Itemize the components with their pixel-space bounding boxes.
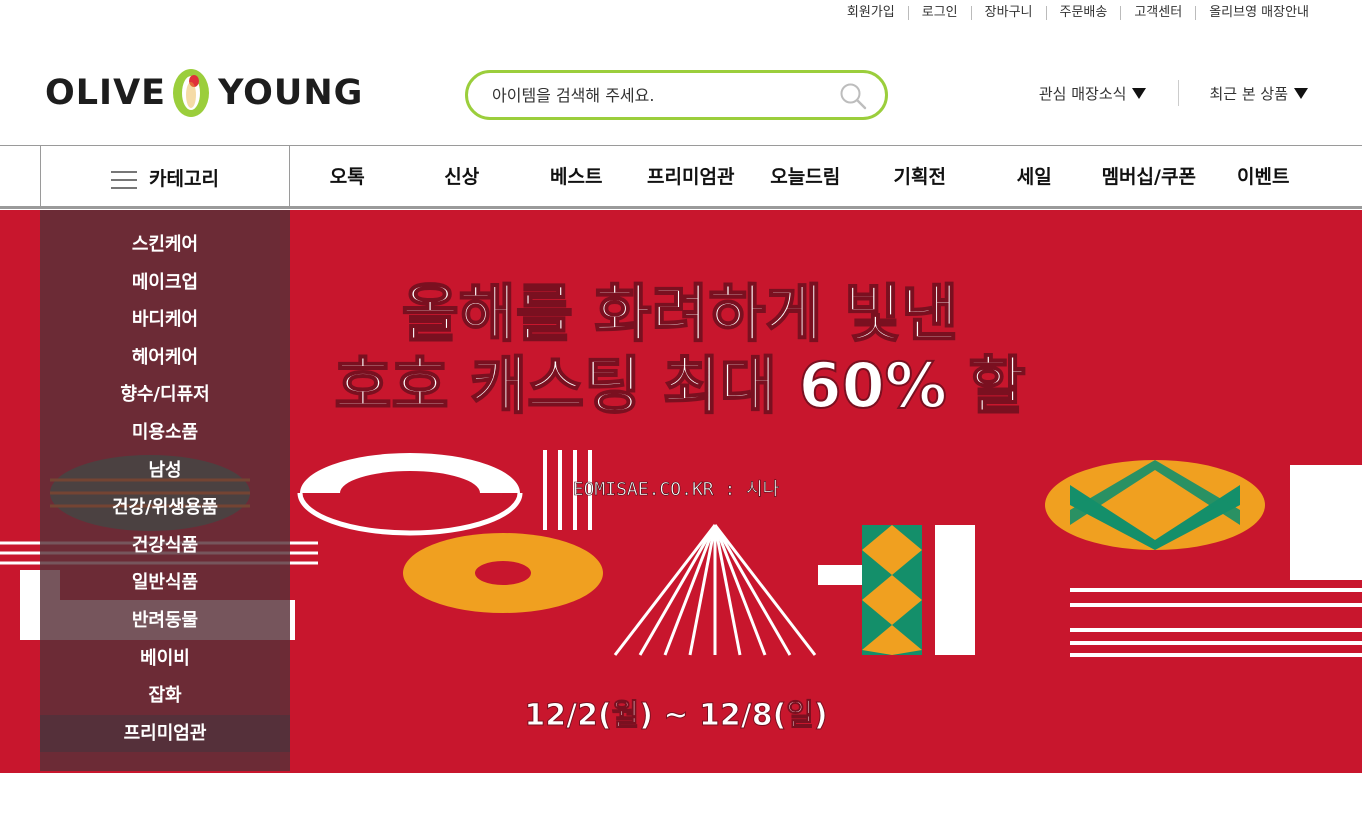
logo-text-olive: OLIVE <box>45 73 167 113</box>
util-link-store-finder[interactable]: 올리브영 매장안내 <box>1195 6 1309 20</box>
hamburger-icon <box>111 170 138 189</box>
category-button[interactable]: 카테고리 <box>40 146 290 209</box>
search-input[interactable] <box>492 85 822 105</box>
category-item-health-food[interactable]: 건강식품 <box>40 527 290 565</box>
menu-today-dream[interactable]: 오늘드림 <box>748 146 863 209</box>
logo-text-young: YOUNG <box>218 73 364 113</box>
recent-items-dropdown[interactable]: 최근 본 상품 <box>1209 83 1308 104</box>
category-item-health-hygiene[interactable]: 건강/위생용품 <box>40 489 290 527</box>
recent-items-label: 최근 본 상품 <box>1209 84 1288 103</box>
search-icon[interactable] <box>839 82 867 110</box>
menu-new[interactable]: 신상 <box>405 146 520 209</box>
category-item-food[interactable]: 일반식품 <box>40 564 290 602</box>
category-item-skincare[interactable]: 스킨케어 <box>40 226 290 264</box>
category-item-premium[interactable]: 프리미엄관 <box>40 714 290 753</box>
category-item-makeup[interactable]: 메이크업 <box>40 264 290 302</box>
triangle-down-icon <box>1294 87 1308 99</box>
main-menu: 오톡 신상 베스트 프리미엄관 오늘드림 기획전 세일 멤버십/쿠폰 이벤트 <box>290 146 1321 209</box>
triangle-down-icon <box>1132 87 1147 99</box>
global-nav: 카테고리 오톡 신상 베스트 프리미엄관 오늘드림 기획전 세일 멤버십/쿠폰 … <box>0 145 1362 209</box>
banner-headline-1: 올해를 화려하게 빛낸 <box>402 277 959 350</box>
category-item-pets[interactable]: 반려동물 <box>40 602 290 640</box>
category-item-bodycare[interactable]: 바디케어 <box>40 301 290 339</box>
category-item-fragrance[interactable]: 향수/디퓨저 <box>40 376 290 414</box>
util-link-cart[interactable]: 장바구니 <box>970 6 1046 20</box>
menu-premium[interactable]: 프리미엄관 <box>634 146 749 209</box>
olive-mark-icon <box>172 68 210 118</box>
category-item-goods[interactable]: 잡화 <box>40 677 290 715</box>
banner-headline-2: 호호 캐스팅 최대 60% 할 <box>334 349 1025 422</box>
olive-young-logo[interactable]: OLIVE YOUNG <box>45 66 363 120</box>
store-news-label: 관심 매장소식 <box>1038 84 1127 103</box>
header-links: 관심 매장소식 최근 본 상품 <box>1039 80 1308 106</box>
menu-otok[interactable]: 오톡 <box>290 146 405 209</box>
store-news-dropdown[interactable]: 관심 매장소식 <box>1039 83 1147 104</box>
category-item-haircare[interactable]: 헤어케어 <box>40 339 290 377</box>
util-link-signup[interactable]: 회원가입 <box>834 6 908 20</box>
util-link-orders[interactable]: 주문배송 <box>1045 6 1121 20</box>
divider <box>1178 80 1180 106</box>
category-item-men[interactable]: 남성 <box>40 452 290 490</box>
category-item-baby[interactable]: 베이비 <box>40 640 290 678</box>
utility-nav: 회원가입 로그인 장바구니 주문배송 고객센터 올리브영 매장안내 <box>834 4 1309 22</box>
search-box <box>465 70 888 120</box>
banner-watermark: EOMISAE.CO.KR : 시나 <box>573 479 780 500</box>
category-item-beauty-tools[interactable]: 미용소품 <box>40 414 290 452</box>
util-link-support[interactable]: 고객센터 <box>1120 6 1195 20</box>
category-dropdown: 스킨케어 메이크업 바디케어 헤어케어 향수/디퓨저 미용소품 남성 건강/위생… <box>40 210 290 771</box>
banner-dates: 12/2(월) ~ 12/8(일) <box>524 698 827 733</box>
util-link-login[interactable]: 로그인 <box>907 6 971 20</box>
menu-event[interactable]: 이벤트 <box>1206 146 1321 209</box>
menu-special[interactable]: 기획전 <box>863 146 978 209</box>
menu-sale[interactable]: 세일 <box>977 146 1092 209</box>
menu-membership[interactable]: 멤버십/쿠폰 <box>1092 146 1207 209</box>
category-label: 카테고리 <box>149 168 219 190</box>
menu-best[interactable]: 베스트 <box>519 146 634 209</box>
